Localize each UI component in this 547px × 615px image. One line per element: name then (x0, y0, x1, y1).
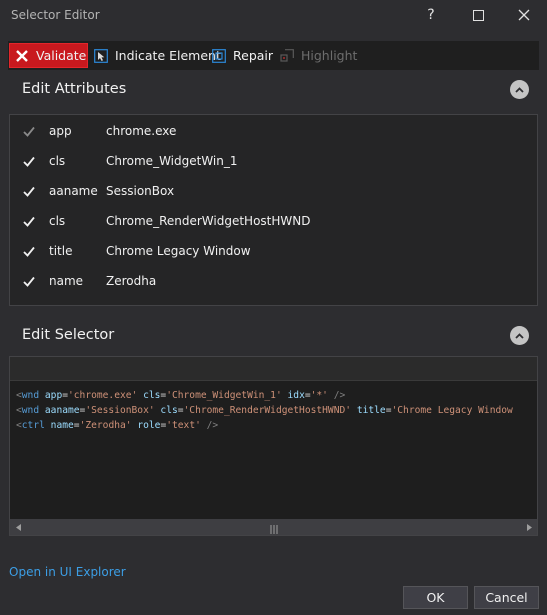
repair-button[interactable]: Repair (212, 43, 273, 68)
title-bar: Selector Editor ? (0, 0, 547, 30)
code-attr-name: cls (143, 390, 161, 401)
selector-code[interactable]: <wnd app='chrome.exe' cls='Chrome_Widget… (16, 388, 535, 433)
x-icon (16, 49, 28, 62)
ok-button[interactable]: OK (403, 586, 468, 609)
highlight-label: Highlight (301, 48, 358, 63)
checkmark-icon (22, 126, 35, 137)
code-attr-name: cls (160, 405, 178, 416)
maximize-button[interactable] (455, 0, 501, 30)
attribute-value: SessionBox (106, 184, 175, 198)
cancel-button[interactable]: Cancel (474, 586, 539, 609)
help-button[interactable]: ? (408, 0, 454, 30)
code-attr-value: 'text' (166, 420, 201, 431)
validate-button[interactable]: Validate (9, 43, 88, 68)
help-icon: ? (427, 7, 435, 23)
code-attr-value: 'Chrome Legacy Window (391, 405, 513, 416)
scroll-grip-icon (270, 525, 277, 534)
close-button[interactable] (501, 0, 547, 30)
code-attr-value: 'SessionBox' (85, 405, 155, 416)
selector-editor[interactable]: <wnd app='chrome.exe' cls='Chrome_Widget… (9, 356, 538, 536)
attribute-checkbox[interactable] (21, 244, 36, 259)
window-title: Selector Editor (11, 8, 100, 22)
attribute-checkbox[interactable] (21, 214, 36, 229)
code-attr-name: name (50, 420, 74, 431)
attribute-row: title Chrome Legacy Window (10, 241, 537, 261)
code-tag: ctrl (21, 420, 45, 431)
indicate-element-button[interactable]: Indicate Element (92, 43, 221, 68)
attribute-value: Chrome_WidgetWin_1 (106, 154, 238, 168)
code-attr-name: title (356, 405, 386, 416)
code-attr-name: app (44, 390, 63, 401)
attribute-checkbox[interactable] (21, 154, 36, 169)
code-attr-value: 'Chrome_WidgetWin_1' (166, 390, 282, 401)
checkmark-icon (22, 276, 35, 287)
scroll-left-icon (15, 523, 21, 531)
chevron-up-icon (515, 332, 524, 339)
collapse-attributes-button[interactable] (510, 80, 529, 99)
checkmark-icon (22, 186, 35, 197)
attribute-value: chrome.exe (106, 124, 177, 138)
toolbar: Validate Indicate Element Repair Highlig… (8, 41, 539, 70)
code-attr-name: role (137, 420, 161, 431)
target-icon (212, 48, 226, 63)
code-attr-name: aaname (44, 405, 80, 416)
attribute-row: cls Chrome_WidgetWin_1 (10, 151, 537, 171)
attribute-row: aaname SessionBox (10, 181, 537, 201)
horizontal-scrollbar[interactable] (10, 519, 537, 535)
validate-label: Validate (36, 48, 87, 63)
code-attr-value: 'chrome.exe' (68, 390, 138, 401)
code-tag: wnd (21, 390, 40, 401)
repair-label: Repair (233, 48, 274, 63)
code-bracket: /> (327, 390, 346, 401)
attribute-name: cls (49, 154, 66, 168)
highlight-button[interactable]: Highlight (280, 43, 357, 68)
close-icon (518, 9, 530, 21)
selector-line: <wnd aaname='SessionBox' cls='Chrome_Ren… (16, 403, 535, 418)
attribute-name: title (49, 244, 73, 258)
open-ui-explorer-link[interactable]: Open in UI Explorer (9, 565, 126, 579)
attribute-name: aaname (49, 184, 98, 198)
code-attr-value: 'Zerodha' (79, 420, 132, 431)
attribute-name: name (49, 274, 84, 288)
attribute-value: Chrome_RenderWidgetHostHWND (106, 214, 311, 228)
indicate-element-label: Indicate Element (115, 48, 221, 63)
chevron-up-icon (515, 86, 524, 93)
code-bracket: /> (200, 420, 219, 431)
highlight-icon (280, 48, 294, 62)
maximize-icon (472, 9, 484, 21)
checkmark-icon (22, 216, 35, 227)
attribute-checkbox[interactable] (21, 184, 36, 199)
attributes-list: app chrome.exe cls Chrome_WidgetWin_1aaname… (9, 114, 538, 306)
code-attr-value: 'Chrome_RenderWidgetHostHWND' (183, 405, 352, 416)
attribute-value: Zerodha (106, 274, 157, 288)
attribute-row: app chrome.exe (10, 121, 537, 141)
attribute-value: Chrome Legacy Window (106, 244, 251, 258)
attribute-name: app (49, 124, 72, 138)
attribute-checkbox (21, 124, 36, 139)
attribute-row: cls Chrome_RenderWidgetHostHWND (10, 211, 537, 231)
scroll-track[interactable] (26, 519, 521, 535)
code-tag: wnd (21, 405, 40, 416)
checkmark-icon (22, 246, 35, 257)
edit-attributes-title: Edit Attributes (22, 81, 127, 97)
scroll-right-arrow[interactable] (521, 519, 537, 535)
selector-line: <wnd app='chrome.exe' cls='Chrome_Widget… (16, 388, 535, 403)
scroll-thumb[interactable] (28, 522, 519, 534)
edit-selector-title: Edit Selector (22, 327, 115, 343)
attribute-name: cls (49, 214, 66, 228)
checkmark-icon (22, 156, 35, 167)
attribute-row: name Zerodha (10, 271, 537, 291)
attribute-checkbox[interactable] (21, 274, 36, 289)
scroll-right-icon (526, 523, 532, 531)
collapse-selector-button[interactable] (510, 326, 529, 345)
selector-editor-header (10, 357, 537, 381)
scroll-left-arrow[interactable] (10, 519, 26, 535)
code-attr-value: '*' (310, 390, 328, 401)
pointer-icon (94, 48, 108, 63)
code-attr-name: idx (287, 390, 305, 401)
selector-line: <ctrl name='Zerodha' role='text' /> (16, 418, 535, 433)
